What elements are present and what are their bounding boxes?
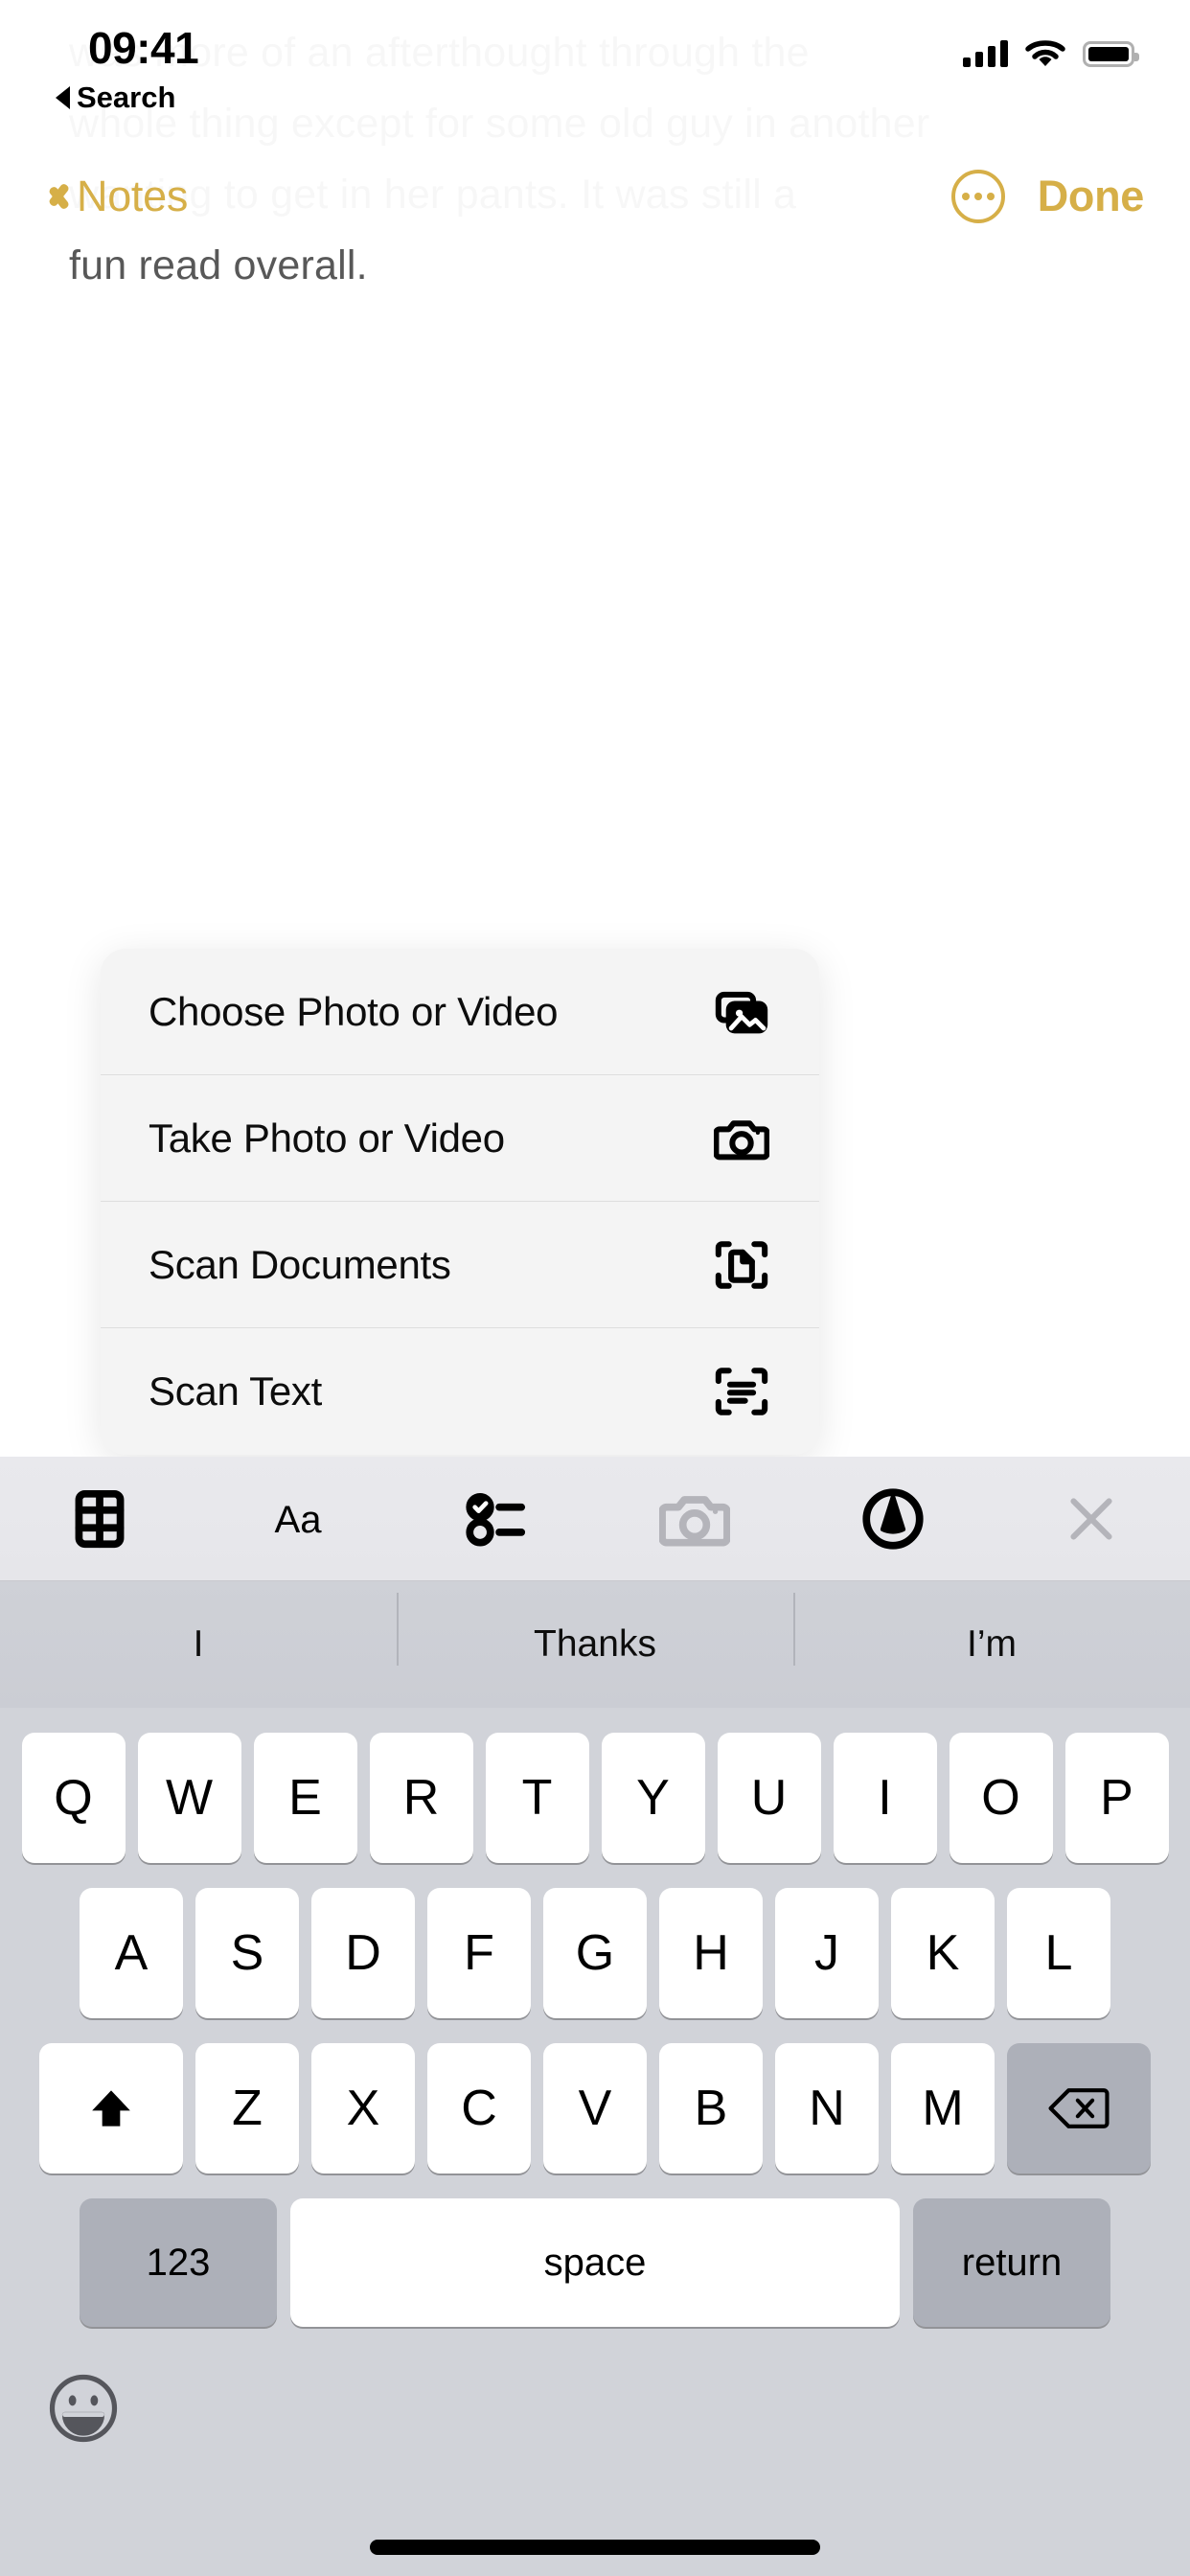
keyboard-row-3: Z X C V B N M [0,2043,1190,2174]
battery-full-icon [1083,40,1139,67]
note-editor-toolbar: Aa [0,1457,1190,1581]
key-s[interactable]: S [195,1888,299,2018]
status-bar-left: 09:41 Search [56,21,199,115]
more-ellipsis-circle-icon[interactable] [950,170,1005,223]
back-triangle-icon [56,86,70,109]
key-f[interactable]: F [427,1888,531,2018]
key-b[interactable]: B [659,2043,763,2174]
phone-screen: was more of an afterthought through the … [0,0,1190,2576]
table-icon[interactable] [47,1478,152,1560]
predictive-suggestion-bar: I Thanks I’m [0,1581,1190,1708]
text-scan-icon [712,1362,771,1421]
status-bar-right [963,38,1139,69]
key-p[interactable]: P [1064,1733,1169,1863]
home-indicator [370,2540,820,2555]
key-e[interactable]: E [253,1733,357,1863]
key-h[interactable]: H [659,1888,763,2018]
key-m[interactable]: M [891,2043,995,2174]
keyboard-row-4: 123 space return [0,2198,1190,2327]
suggestion-1[interactable]: Thanks [397,1593,793,1666]
suggestion-2[interactable]: I’m [793,1593,1190,1666]
key-n[interactable]: N [775,2043,879,2174]
keyboard-row-1: Q W E R T Y U I O P [0,1733,1190,1863]
cellular-bars-icon [963,40,1008,67]
menu-item-label: Scan Documents [149,1241,451,1287]
key-u[interactable]: U [717,1733,821,1863]
menu-item-scan-text[interactable]: Scan Text [101,1328,819,1455]
close-x-icon[interactable] [1039,1478,1144,1560]
menu-item-choose-photo-or-video[interactable]: Choose Photo or Video [101,949,819,1075]
keyboard-row-2: A S D F G H J K L [0,1888,1190,2018]
menu-item-scan-documents[interactable]: Scan Documents [101,1202,819,1328]
key-r[interactable]: R [369,1733,473,1863]
attachment-action-menu: Choose Photo or Video Take Photo or Vide… [101,949,819,1455]
key-a[interactable]: A [80,1888,183,2018]
markup-pen-icon[interactable] [840,1478,946,1560]
svg-text:Aa: Aa [274,1498,322,1540]
wifi-icon [1025,40,1065,66]
navigation-bar: Notes Done [0,144,1190,249]
menu-item-label: Choose Photo or Video [149,988,559,1034]
document-scan-icon [712,1235,771,1295]
key-k[interactable]: K [891,1888,995,2018]
return-key[interactable]: return [913,2198,1110,2327]
numbers-key[interactable]: 123 [80,2198,277,2327]
back-app-label: Search [77,80,176,114]
suggestion-0[interactable]: I [0,1623,397,1666]
key-g[interactable]: G [543,1888,647,2018]
checklist-icon[interactable] [444,1478,549,1560]
key-l[interactable]: L [1007,1888,1110,2018]
done-button[interactable]: Done [1038,172,1145,221]
key-x[interactable]: X [311,2043,415,2174]
navigation-bar-right: Done [950,170,1145,223]
status-bar: 09:41 Search [0,0,1190,114]
format-aa-icon[interactable]: Aa [245,1478,351,1560]
on-screen-keyboard: I Thanks I’m Q W E R T Y U I O P A S D F… [0,1581,1190,2576]
menu-item-take-photo-or-video[interactable]: Take Photo or Video [101,1075,819,1202]
key-y[interactable]: Y [601,1733,705,1863]
shift-arrow-icon[interactable] [39,2043,183,2174]
menu-item-label: Scan Text [149,1368,322,1414]
key-z[interactable]: Z [195,2043,299,2174]
photo-library-icon [712,982,771,1042]
camera-icon [712,1109,771,1168]
keyboard-row-5 [0,2356,1190,2461]
back-to-notes-button[interactable]: Notes [46,172,188,221]
menu-item-label: Take Photo or Video [149,1115,505,1161]
key-t[interactable]: T [485,1733,589,1863]
backspace-icon[interactable] [1007,2043,1151,2174]
key-w[interactable]: W [137,1733,241,1863]
key-c[interactable]: C [427,2043,531,2174]
key-i[interactable]: I [833,1733,937,1863]
key-o[interactable]: O [949,1733,1053,1863]
key-q[interactable]: Q [21,1733,126,1863]
emoji-smiley-icon[interactable] [46,2371,121,2446]
key-d[interactable]: D [311,1888,415,2018]
key-j[interactable]: J [775,1888,879,2018]
nav-back-label: Notes [77,172,189,220]
chevron-left-icon [46,177,67,216]
space-key[interactable]: space [290,2198,900,2327]
key-v[interactable]: V [543,2043,647,2174]
back-to-search-button[interactable]: Search [56,80,198,115]
camera-icon[interactable] [642,1478,747,1560]
status-clock: 09:41 [88,23,199,73]
